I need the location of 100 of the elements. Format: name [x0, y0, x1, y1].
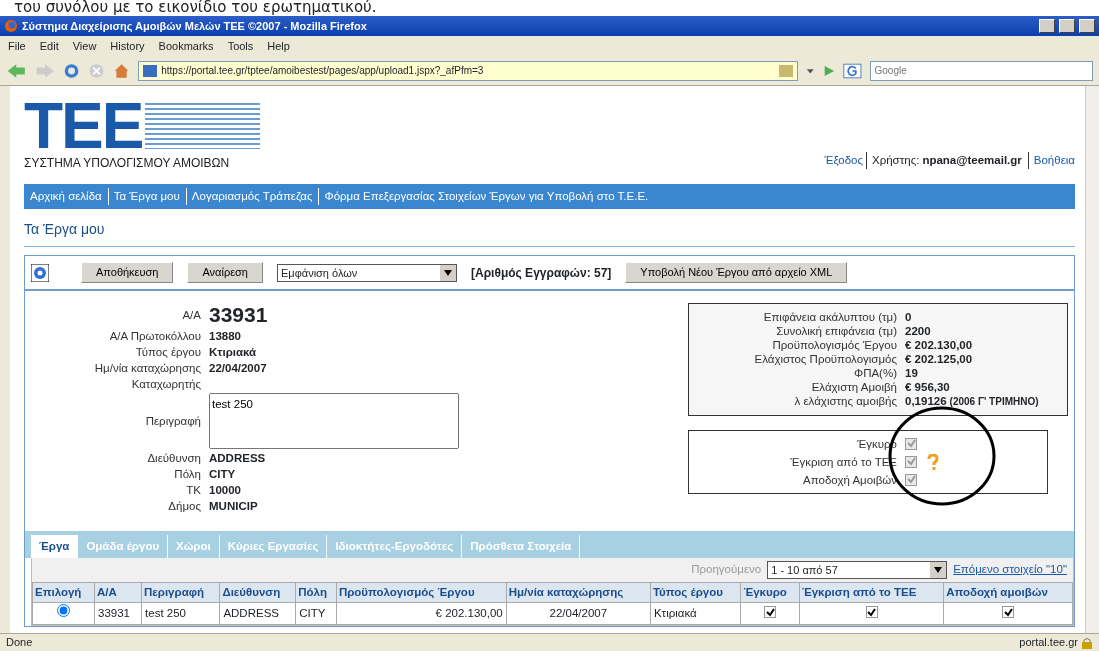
lock-icon — [1081, 636, 1093, 649]
field-value: 2200 — [905, 323, 931, 338]
feed-icon — [779, 64, 794, 77]
field-value: 0,19126 — [905, 393, 947, 408]
table-cell: CITY — [295, 602, 337, 624]
field-label: Επιφάνεια ακάλυπτου (τμ) — [762, 309, 897, 324]
table-cell: 22/04/2007 — [506, 602, 651, 624]
nav-link[interactable]: Φόρμα Επεξεργασίας Στοιχείων Έργων για Υποβολή στο Τ.Ε.Ε. — [318, 188, 649, 206]
dropdown-icon — [934, 567, 943, 573]
dropdown-icon — [443, 269, 452, 276]
check-icon — [867, 607, 876, 617]
period-note: (2006 Γ' ΤΡΙΜΗΝΟ) — [949, 394, 1039, 409]
field-value: 19 — [905, 365, 918, 380]
search-field[interactable]: Google — [869, 60, 1093, 81]
menu-item[interactable]: Bookmarks — [158, 37, 214, 55]
nav-link[interactable]: Λογαριασμός Τράπεζας — [185, 188, 313, 206]
field-label: Διεύθυνση — [146, 450, 201, 465]
check-icon — [1003, 607, 1013, 617]
table-cell: ADDRESS — [219, 602, 296, 624]
field-label: Περιγραφή — [144, 413, 201, 428]
field-label: Προϋπολογισμός Έργου — [771, 337, 897, 352]
firefox-icon — [4, 19, 18, 33]
column-header: Προϋπολογισμός Έργου — [336, 582, 507, 603]
field-label: Ημ/νία καταχώρησης — [93, 360, 201, 375]
column-header: Έγκριση από το ΤΕΕ — [799, 582, 944, 603]
status-host: portal.tee.gr — [1019, 635, 1078, 651]
field-value: Κτιριακά — [209, 344, 258, 359]
column-header: Επιλογή — [32, 582, 95, 603]
menu-item[interactable]: Help — [267, 37, 290, 55]
column-header: Τύπος έργου — [650, 582, 741, 603]
status-text: Done — [6, 635, 33, 651]
menu-item[interactable]: History — [110, 37, 145, 55]
page-range-select[interactable]: 1 - 10 από 57 — [767, 561, 948, 579]
column-header: Ημ/νία καταχώρησης — [506, 582, 651, 603]
field-value: € 202.130,00 — [905, 337, 973, 352]
field-value: 0 — [905, 309, 912, 324]
go-icon[interactable] — [822, 63, 835, 78]
field-value: ADDRESS — [209, 450, 267, 465]
field-label: Α/Α — [181, 307, 201, 322]
field-value: 22/04/2007 — [209, 360, 268, 375]
field-label: ΦΠΑ(%) — [852, 365, 897, 380]
description-field[interactable]: test 250 — [209, 392, 459, 449]
logout-link[interactable]: Έξοδος — [824, 151, 863, 169]
field-label: Ελάχιστος Προϋπολογισμός — [753, 351, 897, 366]
checkbox[interactable] — [764, 606, 777, 619]
record-number: 33931 — [209, 302, 269, 327]
upload-xml-button[interactable]: Υποβολή Νέου Έργου από αρχείο XML — [625, 262, 848, 283]
nav-link[interactable]: Τα Έργα μου — [107, 188, 180, 206]
column-header: Έγκυρο — [740, 582, 800, 603]
checkbox[interactable] — [865, 606, 878, 619]
help-link[interactable]: Βοήθεια — [1027, 151, 1075, 169]
table-cell: test 250 — [141, 602, 220, 624]
field-label: Συνολική επιφάνεια (τμ) — [775, 323, 897, 338]
menu-item[interactable]: Edit — [39, 37, 59, 55]
field-label: Καταχωρητής — [130, 376, 201, 391]
user-label: Χρήστης: — [866, 151, 920, 169]
field-value: CITY — [209, 466, 237, 481]
logo-subtitle: ΣΥΣΤΗΜΑ ΥΠΟΛΟΓΙΣΜΟΥ ΑΜΟΙΒΩΝ — [24, 155, 231, 172]
scrollbar[interactable] — [1085, 86, 1099, 633]
field-label: Α/Α Πρωτοκόλλου — [108, 328, 201, 343]
field-label: Αποδοχή Αμοιβών — [802, 472, 897, 487]
nav-link[interactable]: Αρχική σελίδα — [30, 188, 102, 206]
field-value: € 202.125,00 — [905, 351, 973, 366]
field-label: Τύπος έργου — [134, 344, 201, 359]
refresh-icon[interactable] — [31, 263, 49, 282]
menu-item[interactable]: File — [8, 37, 26, 55]
field-value: 13880 — [209, 328, 242, 343]
radio-button[interactable] — [57, 604, 70, 618]
maximize-button[interactable] — [1059, 19, 1075, 33]
table-cell: € 202.130,00 — [336, 602, 507, 624]
close-button[interactable] — [1079, 19, 1095, 33]
url-field[interactable]: https://portal.tee.gr/tptee/amoibestest/pages/app/upload1.jspx?_afPfm=3 — [138, 60, 799, 81]
page-title: Τα Έργα μου — [24, 209, 1075, 248]
save-button[interactable]: Αποθήκευση — [81, 262, 174, 283]
field-label: Ελάχιστη Αμοιβή — [810, 379, 897, 394]
column-header: Αποδοχή αμοιβών — [943, 582, 1073, 603]
menu-item[interactable]: Tools — [227, 37, 254, 55]
filter-select[interactable]: Εμφάνιση όλων — [276, 263, 457, 282]
minimize-button[interactable] — [1039, 19, 1055, 33]
table-cell: 33931 — [94, 602, 142, 624]
next-link[interactable]: Επόμενο στοιχείο "10" — [953, 561, 1067, 579]
field-label: Δήμος — [167, 498, 201, 513]
caption-text: του συνόλου με το εικονίδιο του ερωτηματικού. — [13, 0, 378, 16]
site-icon — [143, 64, 158, 77]
field-value: MUNICIP — [209, 498, 259, 513]
field-value: 10000 — [209, 482, 242, 497]
checkbox[interactable] — [1002, 606, 1015, 619]
user-email: npana@teemail.gr — [922, 152, 1022, 168]
field-label: λ ελάχιστης αμοιβής — [793, 393, 897, 409]
undo-button[interactable]: Αναίρεση — [187, 262, 263, 283]
column-header: Περιγραφή — [141, 582, 220, 603]
field-label: ΤΚ — [185, 482, 201, 497]
tab[interactable]: Έργα — [31, 534, 79, 558]
column-header: Α/Α — [94, 582, 142, 603]
field-value: € 956,30 — [905, 379, 950, 394]
column-header: Πόλη — [295, 582, 337, 603]
menu-item[interactable]: View — [72, 37, 97, 55]
search-engine-icon[interactable] — [842, 61, 862, 80]
window-title: Σύστημα Διαχείρισης Αμοιβών Μελών ΤΕΕ ©2007 - Mozilla Firefox — [22, 18, 368, 34]
column-header: Διεύθυνση — [219, 582, 296, 603]
